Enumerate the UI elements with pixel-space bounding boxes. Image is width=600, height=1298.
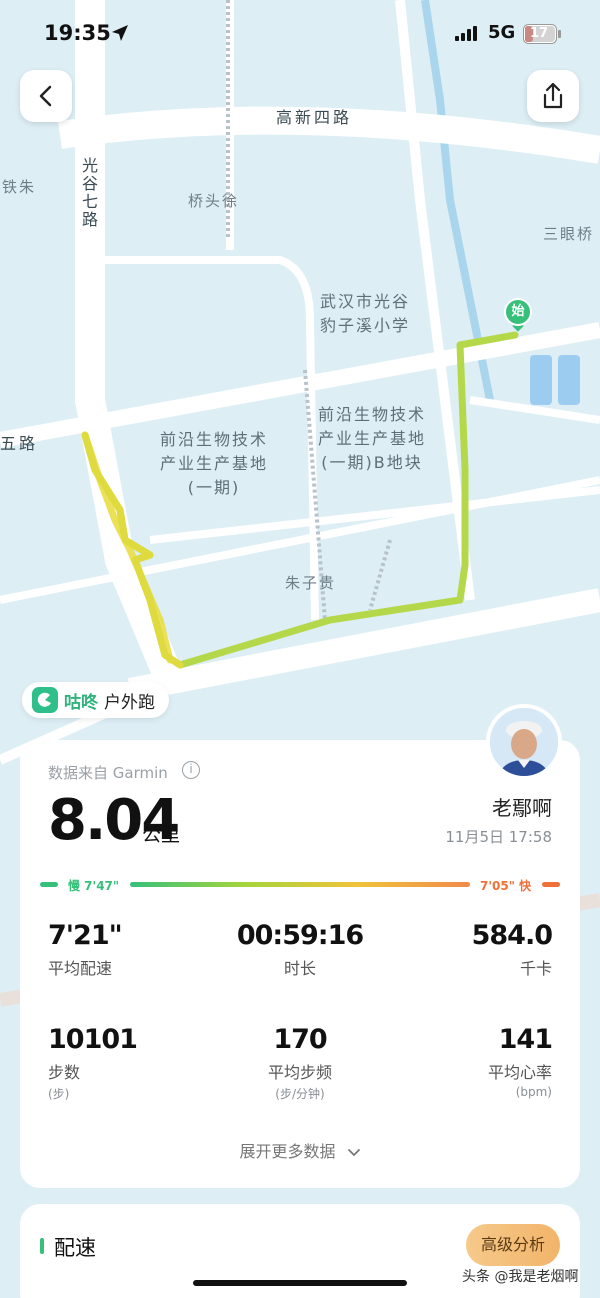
map-road-label: 五路 bbox=[0, 434, 39, 453]
app-logo-glyph bbox=[37, 692, 51, 707]
stat-unit: (步) bbox=[48, 1087, 70, 1101]
avatar[interactable] bbox=[486, 704, 562, 780]
fast-indicator bbox=[542, 882, 560, 887]
stat-value: 00:59:16 bbox=[236, 920, 364, 951]
stat-label: 时长 bbox=[283, 959, 316, 978]
info-icon[interactable]: i bbox=[182, 761, 200, 779]
pace-gradient-bar bbox=[130, 882, 470, 887]
stat-label: 平均心率 bbox=[487, 1063, 552, 1082]
stat-duration: 00:59:16 时长 bbox=[215, 920, 385, 979]
watermark: 头条 @我是老烟啊 bbox=[462, 1269, 579, 1285]
map-area-line: (一期) bbox=[187, 478, 241, 497]
start-marker-label: 始 bbox=[511, 304, 525, 319]
advanced-analysis-button[interactable]: 高级分析 bbox=[466, 1224, 560, 1266]
stat-label: 千卡 bbox=[519, 959, 552, 978]
chevron-down-icon bbox=[347, 1148, 360, 1156]
map-road-label: 光谷七路 bbox=[79, 157, 98, 229]
stat-value: 141 bbox=[498, 1024, 553, 1055]
map-area-line: 产业生产基地 bbox=[160, 454, 269, 473]
share-icon bbox=[543, 82, 563, 109]
map-area-line: 产业生产基地 bbox=[318, 429, 427, 448]
start-marker[interactable]: 始 bbox=[504, 298, 532, 332]
data-source: 数据来自 Garmin bbox=[48, 764, 168, 782]
stat-unit: (步/分钟) bbox=[275, 1087, 325, 1101]
stat-avg-pace: 7'21" 平均配速 bbox=[48, 920, 218, 979]
map-school-line: 豹子溪小学 bbox=[320, 316, 411, 335]
home-indicator[interactable] bbox=[193, 1280, 407, 1286]
stat-label: 平均步频 bbox=[267, 1063, 332, 1082]
user-name[interactable]: 老鄢啊 bbox=[492, 792, 552, 821]
battery-level: 17 bbox=[529, 26, 549, 41]
map-place-label: 三眼桥 bbox=[543, 225, 595, 243]
stat-label: 平均配速 bbox=[48, 959, 113, 978]
pace-slow-label: 慢 7'47" bbox=[68, 879, 120, 893]
map-place-label: 桥头徐 bbox=[188, 192, 240, 210]
chevron-left-icon bbox=[39, 85, 52, 107]
stat-unit: (bpm) bbox=[515, 1085, 552, 1099]
map-area-line: 前沿生物技术 bbox=[318, 405, 427, 424]
avatar-image bbox=[490, 708, 558, 776]
map-area-label: 前沿生物技术 产业生产基地 (一期)B地块 bbox=[318, 403, 426, 475]
pace-fast-label: 7'05" 快 bbox=[480, 879, 532, 893]
section-accent-bar bbox=[40, 1238, 44, 1254]
codoon-logo-icon bbox=[32, 687, 58, 713]
stat-value: 7'21" bbox=[48, 920, 123, 951]
map-place-label: 朱子贵 bbox=[285, 574, 337, 592]
stat-heart-rate: 141 平均心率 (bpm) bbox=[382, 1024, 553, 1099]
back-button[interactable] bbox=[20, 70, 72, 122]
app-name: 咕咚 bbox=[64, 692, 98, 713]
expand-more-button[interactable]: 展开更多数据 bbox=[20, 1138, 580, 1162]
summary-card: 数据来自 Garmin i 8.04 公里 老鄢啊 11月5日 17:58 慢 … bbox=[20, 740, 580, 1188]
activity-type: 户外跑 bbox=[104, 692, 155, 713]
share-button[interactable] bbox=[527, 70, 579, 122]
map-road-label: 高新四路 bbox=[276, 108, 353, 127]
map-school-line: 武汉市光谷 bbox=[320, 292, 411, 311]
activity-source-pill: 咕咚 户外跑 bbox=[22, 682, 169, 718]
stat-steps: 10101 步数 (步) bbox=[48, 1024, 218, 1102]
status-time: 19:35 bbox=[44, 21, 111, 45]
status-bar: 19:35 5G 17 bbox=[0, 0, 600, 66]
section-title: 配速 bbox=[54, 1236, 96, 1260]
expand-more-label: 展开更多数据 bbox=[239, 1142, 336, 1161]
map-school-label: 武汉市光谷 豹子溪小学 bbox=[320, 290, 410, 338]
map-area-label: 前沿生物技术 产业生产基地 (一期) bbox=[160, 428, 268, 500]
location-arrow-icon bbox=[112, 25, 128, 41]
stat-value: 10101 bbox=[48, 1024, 138, 1055]
network-type: 5G bbox=[488, 22, 516, 43]
map-area-line: (一期)B地块 bbox=[321, 453, 423, 472]
stat-value: 170 bbox=[273, 1024, 327, 1055]
stat-cadence: 170 平均步频 (步/分钟) bbox=[215, 1024, 385, 1102]
stat-value: 584.0 bbox=[471, 920, 553, 951]
distance-unit: 公里 bbox=[142, 824, 181, 846]
map-area-line: 前沿生物技术 bbox=[160, 430, 269, 449]
slow-indicator bbox=[40, 882, 58, 887]
stat-calories: 584.0 千卡 bbox=[382, 920, 553, 979]
map-place-label: 铁朱 bbox=[2, 178, 37, 196]
pace-legend: 慢 7'47" 7'05" 快 bbox=[40, 877, 562, 893]
signal-icon bbox=[455, 26, 477, 41]
activity-date: 11月5日 17:58 bbox=[445, 828, 552, 846]
stat-label: 步数 bbox=[48, 1063, 81, 1082]
